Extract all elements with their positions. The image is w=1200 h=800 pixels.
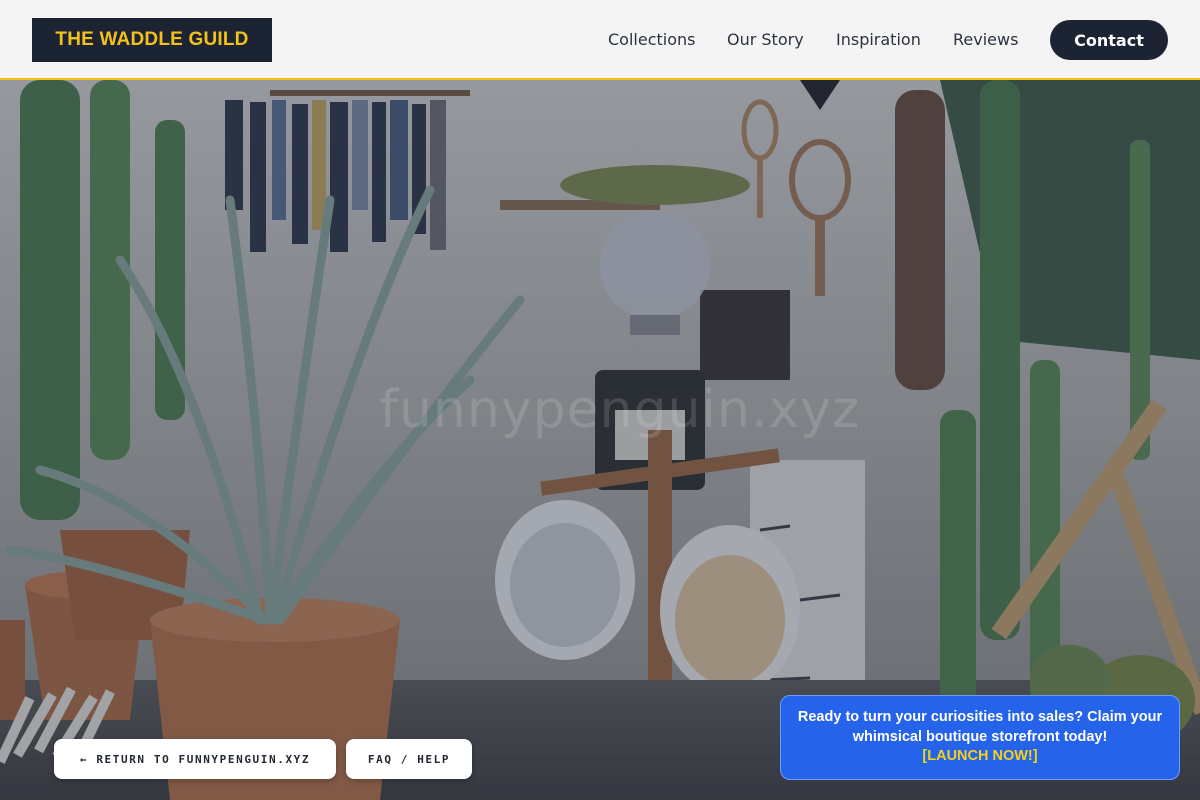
launch-now-link[interactable]: [LAUNCH NOW!] (781, 747, 1179, 767)
hero-dark-overlay (0, 80, 1200, 800)
nav-our-story[interactable]: Our Story (727, 30, 804, 49)
promo-banner[interactable]: Ready to turn your curiosities into sale… (780, 695, 1180, 780)
contact-button[interactable]: Contact (1050, 20, 1168, 60)
watermark-text: funnypenguin.xyz (379, 380, 861, 440)
nav-inspiration[interactable]: Inspiration (836, 30, 921, 49)
hero-background-image: funnypenguin.xyz (0, 80, 1200, 800)
promo-text: Ready to turn your curiosities into sale… (797, 709, 1163, 745)
site-header: THE WADDLE GUILD Collections Our Story I… (0, 0, 1200, 80)
faq-help-button[interactable]: FAQ / HELP (346, 739, 472, 779)
return-to-site-button[interactable]: ← RETURN TO FUNNYPENGUIN.XYZ (54, 739, 336, 779)
nav-reviews[interactable]: Reviews (953, 30, 1018, 49)
nav-collections[interactable]: Collections (608, 30, 695, 49)
site-logo[interactable]: THE WADDLE GUILD (32, 18, 272, 62)
